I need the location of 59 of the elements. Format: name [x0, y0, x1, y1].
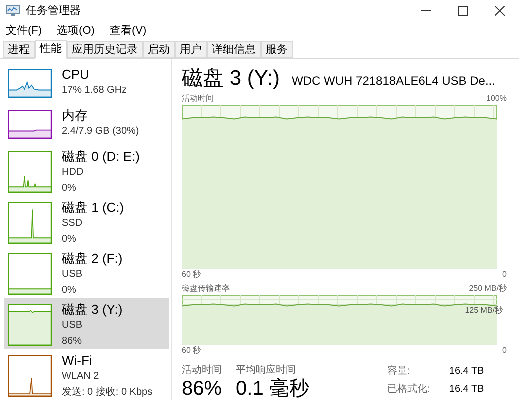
device-name: 磁盘 2 (F:): [62, 251, 123, 267]
device-name: 磁盘 3 (Y:): [62, 302, 123, 318]
tab[interactable]: 用户: [175, 41, 207, 58]
menu-item[interactable]: 选项(O): [57, 22, 95, 40]
maximize-button[interactable]: [458, 6, 468, 16]
device-info: USB: [62, 319, 84, 333]
tab[interactable]: 进程: [3, 41, 35, 58]
close-button[interactable]: [495, 6, 505, 16]
device-info: SSD: [62, 217, 84, 231]
menu-item[interactable]: 文件(F): [6, 22, 42, 40]
graph-label: 活动时间: [182, 93, 214, 105]
property-label: 容量:: [387, 364, 412, 379]
device-info: 2.4/7.9 GB (30%): [62, 125, 140, 139]
graph-time: 60 秒: [182, 345, 202, 357]
device-name: 磁盘 0 (D: E:): [62, 149, 140, 165]
device-info: 0%: [62, 182, 78, 196]
tab[interactable]: 详细信息: [207, 41, 261, 58]
device-info: 0%: [62, 284, 78, 298]
device-name: CPU: [62, 67, 90, 83]
sidebar-item[interactable]: 磁盘 0 (D: E:) HDD 0%: [4, 145, 169, 196]
window-title: 任务管理器: [26, 4, 81, 19]
device-info: 0%: [62, 233, 78, 247]
property-value: 16.4 TB: [449, 383, 484, 397]
sidebar-item[interactable]: 磁盘 1 (C:) SSD 0%: [4, 196, 169, 247]
device-name: 内存: [62, 108, 89, 124]
device-name: Wi-Fi: [62, 353, 94, 369]
graph-min: 0: [502, 269, 507, 281]
tab[interactable]: 启动: [143, 41, 175, 58]
device-info: USB: [62, 268, 84, 282]
stat-label: 活动时间: [182, 364, 222, 378]
disk-model: WDC WUH 721818ALE6L4 USB De...: [292, 73, 496, 90]
graph-time: 60 秒: [182, 269, 202, 281]
device-info: HDD: [62, 166, 85, 180]
graph-max: 100%: [486, 93, 507, 105]
tab[interactable]: 应用历史记录: [67, 41, 143, 58]
disk-title: 磁盘 3 (Y:): [182, 67, 280, 91]
property-value: 16.4 TB: [449, 365, 484, 379]
stat-value: 0.1 毫秒: [236, 378, 310, 400]
tab[interactable]: 性能: [35, 40, 67, 59]
stat-value: 86%: [182, 378, 222, 400]
sidebar-item[interactable]: CPU 17% 1.68 GHz: [4, 63, 169, 104]
device-info: 发送: 0 接收: 0 Kbps: [62, 386, 153, 400]
device-info: 17% 1.68 GHz: [62, 84, 128, 98]
device-info: WLAN 2: [62, 370, 100, 384]
sidebar-item[interactable]: 磁盘 3 (Y:) USB 86%: [4, 298, 169, 349]
graph-max: 250 MB/秒: [469, 283, 507, 295]
graph-label: 磁盘传输速率: [182, 283, 230, 295]
tab[interactable]: 服务: [261, 41, 293, 58]
graph-mid-label: 125 MB/秒: [465, 305, 503, 317]
menu-item[interactable]: 查看(V): [110, 22, 147, 40]
device-name: 磁盘 1 (C:): [62, 200, 124, 216]
sidebar-item[interactable]: 内存 2.4/7.9 GB (30%): [4, 104, 169, 145]
device-info: 86%: [62, 335, 84, 349]
property-label: 已格式化:: [387, 382, 432, 397]
stat-label: 平均响应时间: [236, 364, 298, 378]
graph-min: 0: [502, 345, 507, 357]
sidebar-item[interactable]: 磁盘 2 (F:) USB 0%: [4, 247, 169, 298]
sidebar-item[interactable]: Wi-Fi WLAN 2 发送: 0 接收: 0 Kbps: [4, 349, 169, 400]
app-icon: [6, 5, 20, 17]
